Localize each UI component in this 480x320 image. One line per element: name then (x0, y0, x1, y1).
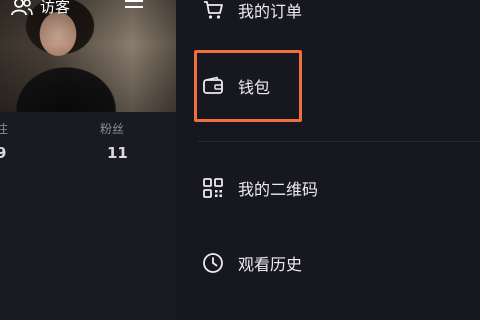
menu-item-label: 我的订单 (238, 2, 303, 21)
divider (198, 141, 480, 142)
side-drawer: 我的订单 钱包 我的二维码 观看历史 (176, 0, 480, 320)
profile-panel: 访客 注 9 粉丝 11 (0, 0, 176, 320)
menu-item-qr-code[interactable]: 我的二维码 (202, 172, 318, 204)
visitor-label: 访客 (40, 0, 71, 16)
following-label: 注 (0, 122, 9, 136)
menu-item-orders[interactable]: 我的订单 (202, 0, 302, 26)
visitor-button[interactable]: 访客 (10, 0, 70, 17)
cart-icon (202, 0, 224, 21)
hamburger-menu-icon[interactable] (124, 0, 144, 18)
followers-label: 粉丝 (100, 122, 125, 136)
clock-icon (202, 252, 224, 274)
menu-item-label: 我的二维码 (238, 180, 319, 199)
highlight-annotation (194, 50, 302, 122)
menu-item-watch-history[interactable]: 观看历史 (202, 247, 302, 279)
menu-item-label: 观看历史 (238, 255, 303, 274)
visitors-icon (10, 0, 34, 17)
qr-code-icon (202, 177, 224, 199)
following-count: 9 (0, 144, 7, 162)
profile-stats: 注 9 粉丝 11 (0, 112, 176, 172)
followers-count: 11 (107, 144, 128, 162)
